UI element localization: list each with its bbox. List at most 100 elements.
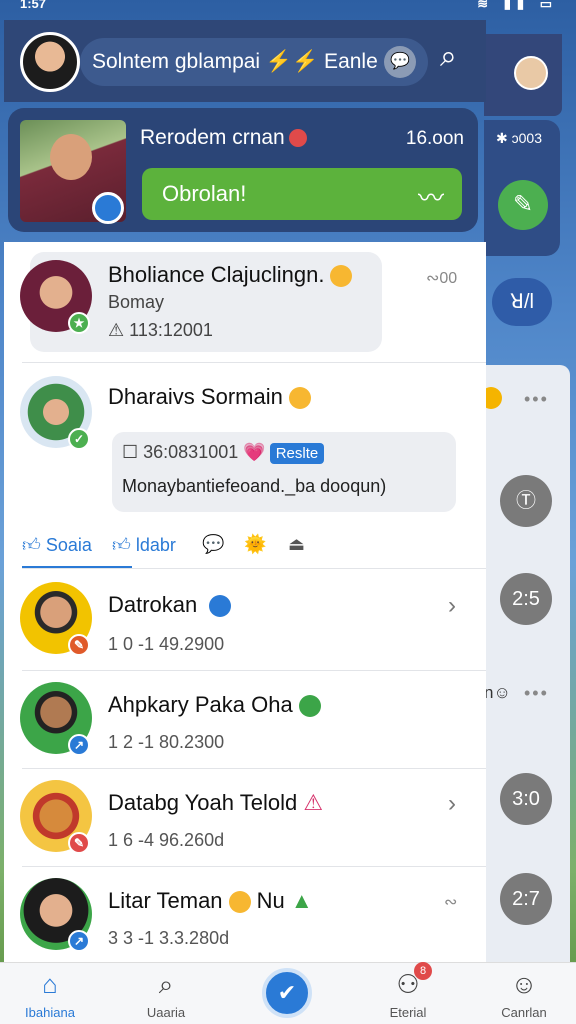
edit-icon[interactable]: ✎ — [498, 180, 548, 230]
chat-name-text: Litar Teman — [108, 888, 223, 913]
divider — [22, 866, 486, 867]
chat-bubble-icon[interactable]: 💬 — [384, 46, 416, 78]
chat-meta: 1 0 -1 49.2900 — [108, 634, 225, 654]
chat-name-suffix: Oha — [251, 692, 293, 717]
avatar[interactable] — [20, 32, 80, 92]
trend-icon: 〰 — [417, 183, 444, 213]
comment-icon[interactable]: 💬 — [202, 534, 224, 555]
tab-label: Uaaria — [146, 1005, 186, 1020]
search-icon[interactable]: ⌕ — [440, 40, 480, 80]
chevron-right-icon[interactable]: › — [448, 592, 456, 620]
page-title: Solntem gblampai ⚡⚡ Eanle — [92, 50, 378, 73]
tab-label: Eterial — [389, 1005, 427, 1020]
tab-profile[interactable]: ⚇ Eterial — [368, 969, 448, 1020]
check-badge-icon: ✓ — [68, 428, 90, 450]
link-badge-icon: ↗ — [68, 930, 90, 952]
title-pill[interactable]: Solntem gblampai ⚡⚡ Eanle 💬 — [80, 38, 428, 86]
thumbs-up-icon: 👍︎ — [112, 535, 131, 555]
chat-meta-text: ☐ 36:0831001 — [122, 442, 239, 462]
chevron-right-icon[interactable]: › — [448, 790, 456, 818]
battery-icon: ▭ — [539, 0, 558, 11]
status-icons: ≋ ▮▮ ▭ — [477, 0, 558, 12]
chat-snippet: Bomay — [108, 292, 165, 312]
chat-name-text: Bholiance Clajuclingn. — [108, 262, 325, 287]
background-circle-2[interactable]: 2:5 — [500, 573, 552, 625]
status-time: 1:57 — [20, 0, 47, 11]
face-image — [50, 134, 92, 180]
status-badge: Reslte — [269, 442, 325, 464]
verified-icon — [92, 192, 124, 224]
status-bar: 1:57 ≋ ▮▮ ▭ — [0, 0, 576, 14]
chat-name: Bholiance Clajuclingn. — [108, 262, 353, 288]
compose-button[interactable]: ✔ — [262, 968, 312, 1018]
star-badge-icon: ★ — [68, 312, 90, 334]
background-text: n☺ — [484, 683, 511, 702]
featured-card[interactable]: Rerodem crnan 16.oon Obrolan! 〰 — [8, 108, 478, 232]
like-action[interactable]: 👍︎ Soaia — [22, 534, 92, 556]
avatar[interactable] — [514, 56, 548, 90]
red-badge-icon — [288, 129, 307, 148]
thumbs-up-icon: 👍︎ — [22, 535, 41, 555]
background-screen: ✱ ɔ003 ✎ ꓤ/l ••• Ⓣ 2:5 n☺ ••• 3:0 2:7 — [480, 20, 576, 1024]
background-circle-1[interactable]: Ⓣ — [500, 475, 552, 527]
user-icon: ⚇ — [396, 969, 420, 999]
background-count: ✱ ɔ003 — [496, 130, 542, 146]
tab-home[interactable]: ⌂ Ibahiana — [10, 969, 90, 1020]
chat-button[interactable]: Obrolan! 〰 — [142, 168, 462, 220]
more-icon[interactable]: ••• — [524, 389, 549, 410]
chat-name-text: Dharaivs Sormain — [108, 384, 283, 409]
more-icon[interactable]: ••• — [524, 683, 549, 704]
smile-emoji-icon — [228, 891, 251, 914]
divider — [22, 670, 486, 671]
hat-icon[interactable]: ⏏ — [288, 534, 305, 555]
background-circle-3[interactable]: 3:0 — [500, 773, 552, 825]
chat-name: Dharaivs Sormain — [108, 384, 311, 410]
share-action-label: ldabr — [135, 535, 176, 555]
smile-emoji-icon — [288, 387, 311, 410]
chat-name: Datrokan — [108, 592, 232, 618]
background-list: ••• Ⓣ 2:5 n☺ ••• 3:0 2:7 — [480, 365, 570, 985]
warning-icon: ⚠ — [303, 790, 324, 815]
chat-meta: 3 3 -1 3.3.280d — [108, 928, 230, 948]
notification-badge: 8 — [414, 962, 432, 980]
chat-name: Databg Yoah Telold ⚠ — [108, 790, 323, 816]
more-icon[interactable]: ∾ — [444, 892, 457, 912]
chat-meta: ☐ 36:0831001 💗 Reslte — [122, 442, 325, 464]
chat-name-text: Datrokan — [108, 592, 198, 617]
featured-name-text: Rerodem crnan — [140, 126, 285, 149]
featured-name: Rerodem crnan — [140, 126, 307, 150]
chat-list: ★ Bholiance Clajuclingn. Bomay ⚠ 113:120… — [4, 242, 486, 962]
chat-status: ∾00 — [426, 270, 458, 287]
chat-name-text: Databg Yoah Telold — [108, 790, 298, 815]
edit-badge-icon: ✎ — [68, 634, 90, 656]
message-text: Monaybantiefeoand._ba dooqun) — [122, 476, 387, 496]
triangle-icon: ▲ — [290, 888, 313, 913]
green-emoji-icon — [298, 695, 321, 718]
wifi-icon: ≋ — [477, 0, 495, 11]
tab-account[interactable]: ☺ Canrlan — [484, 969, 564, 1020]
tab-label: Ibahiana — [25, 1005, 75, 1020]
wave-emoji-icon — [209, 595, 232, 618]
chat-name-suffix: Nu — [256, 888, 285, 913]
compose-icon: ✔ — [277, 980, 297, 1005]
tab-search[interactable]: ⌕ Uaaria — [126, 969, 206, 1020]
avatar: ☺ — [510, 969, 538, 999]
divider — [22, 362, 486, 363]
heart-emoji-icon: 💗 — [243, 442, 266, 462]
action-bar: 👍︎ Soaia 👍︎ ldabr 💬 🌞 ⏏ — [22, 532, 462, 568]
share-action[interactable]: 👍︎ ldabr — [112, 534, 176, 556]
chat-meta: 1 2 -1 80.2300 — [108, 732, 225, 752]
message-bubble[interactable]: ☐ 36:0831001 💗 Reslte Monaybantiefeoand._… — [112, 432, 456, 512]
like-action-label: Soaia — [45, 535, 92, 555]
divider — [22, 568, 486, 569]
background-featured-card: ✱ ɔ003 ✎ — [484, 120, 560, 256]
chat-button-label: Obrolan! — [162, 181, 247, 206]
chat-meta: ⚠ 113:12001 — [108, 320, 213, 340]
edit-badge-icon: ✎ — [68, 832, 90, 854]
top-bar: Solntem gblampai ⚡⚡ Eanle 💬 ⌕ — [4, 20, 486, 102]
background-circle-4[interactable]: 2:7 — [500, 873, 552, 925]
main-screen: Solntem gblampai ⚡⚡ Eanle 💬 ⌕ Rerodem cr… — [4, 20, 486, 1024]
sun-emoji-icon[interactable]: 🌞 — [244, 534, 266, 555]
background-pill-button[interactable]: ꓤ/l — [492, 278, 552, 326]
search-icon: ⌕ — [158, 969, 174, 999]
